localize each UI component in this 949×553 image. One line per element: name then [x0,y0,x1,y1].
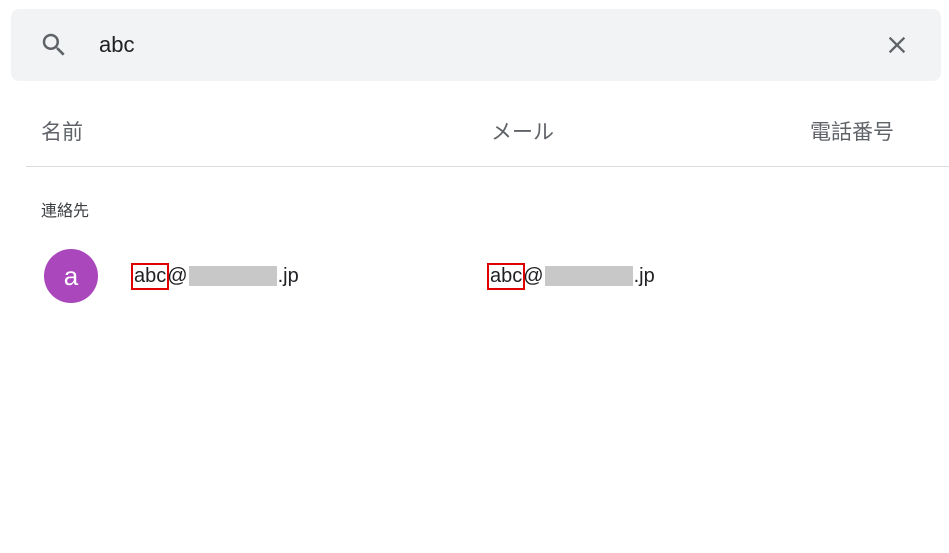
search-icon[interactable] [39,30,69,60]
match-highlight: abc [130,262,170,290]
header-divider [26,166,949,167]
match-highlight: abc [486,262,526,290]
avatar: a [44,249,98,303]
column-header-name: 名前 [41,121,83,144]
redacted-block [544,266,633,286]
search-input[interactable] [99,26,859,64]
contact-email: abc @ .jp [486,262,655,290]
close-icon[interactable] [883,31,911,59]
column-header-phone: 電話番号 [810,121,894,144]
contact-name: abc @ .jp [130,262,299,290]
section-label-contacts: 連絡先 [41,203,90,220]
name-domain-suffix: .jp [277,264,299,287]
email-domain-suffix: .jp [633,264,655,287]
search-bar [11,9,941,81]
contact-row[interactable]: a abc @ .jp abc @ .jp [26,240,949,312]
column-header-email: メール [491,121,554,144]
redacted-block [188,266,277,286]
name-at-sign: @ [167,264,188,287]
email-at-sign: @ [523,264,544,287]
